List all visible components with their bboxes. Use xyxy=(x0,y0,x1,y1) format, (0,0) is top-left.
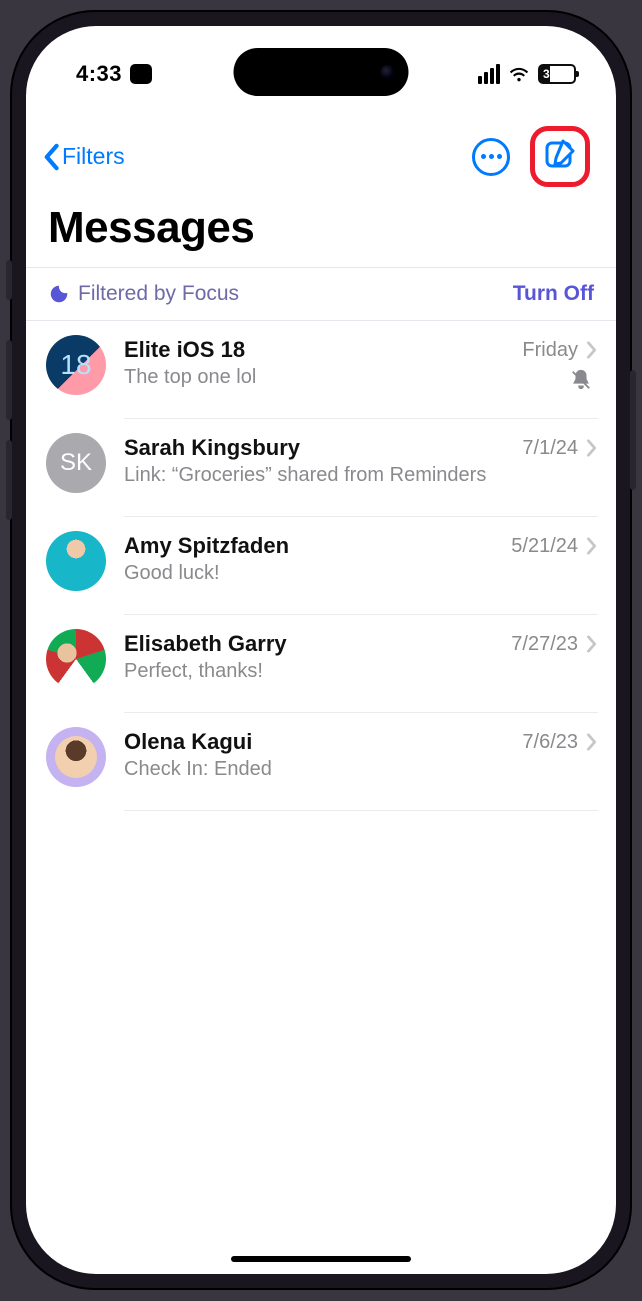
battery-icon: 30 xyxy=(538,64,576,84)
volume-down-button xyxy=(6,440,12,520)
chevron-right-icon xyxy=(586,341,598,359)
message-preview: Perfect, thanks! xyxy=(124,659,598,684)
contact-name: Sarah Kingsbury xyxy=(124,435,300,461)
moon-icon xyxy=(48,283,70,305)
timestamp: 7/27/23 xyxy=(511,633,578,656)
chevron-left-icon xyxy=(42,143,60,171)
avatar: 18 xyxy=(46,335,106,395)
more-button[interactable] xyxy=(472,138,510,176)
page-title: Messages xyxy=(26,199,616,267)
back-label: Filters xyxy=(62,143,125,170)
home-indicator[interactable] xyxy=(231,1256,411,1262)
timestamp: 5/21/24 xyxy=(511,535,578,558)
message-preview: Link: “Groceries” shared from Reminders xyxy=(124,463,598,488)
nav-bar: Filters xyxy=(26,106,616,199)
wifi-icon xyxy=(508,63,530,85)
conversation-row[interactable]: Olena Kagui 7/6/23 Check In: Ended xyxy=(26,713,616,811)
compose-button[interactable] xyxy=(543,137,577,171)
contact-name: Elite iOS 18 xyxy=(124,337,245,363)
conversation-row[interactable]: Amy Spitzfaden 5/21/24 Good luck! xyxy=(26,517,616,615)
volume-up-button xyxy=(6,340,12,420)
dynamic-island xyxy=(234,48,409,96)
chevron-right-icon xyxy=(586,439,598,457)
contact-name: Elisabeth Garry xyxy=(124,631,287,657)
timestamp: 7/1/24 xyxy=(522,437,578,460)
chevron-right-icon xyxy=(586,635,598,653)
focus-turn-off-button[interactable]: Turn Off xyxy=(513,282,594,306)
status-left: 4:33 xyxy=(76,61,152,87)
silent-switch xyxy=(6,260,12,300)
message-preview: Good luck! xyxy=(124,561,598,586)
avatar xyxy=(46,629,106,689)
cellular-icon xyxy=(478,64,500,84)
compose-highlight xyxy=(530,126,590,187)
status-time: 4:33 xyxy=(76,61,122,87)
chevron-right-icon xyxy=(586,733,598,751)
device-frame: 4:33 30 Filters xyxy=(10,10,632,1290)
battery-percent: 30 xyxy=(540,66,574,82)
timestamp: Friday xyxy=(522,339,578,362)
contact-name: Amy Spitzfaden xyxy=(124,533,289,559)
avatar xyxy=(46,531,106,591)
power-button xyxy=(630,370,636,490)
message-preview: The top one lol xyxy=(124,365,598,390)
conversation-row[interactable]: Elisabeth Garry 7/27/23 Perfect, thanks! xyxy=(26,615,616,713)
notification-icon xyxy=(130,64,152,84)
avatar xyxy=(46,727,106,787)
message-preview: Check In: Ended xyxy=(124,757,598,782)
focus-label: Filtered by Focus xyxy=(78,282,239,306)
conversation-row[interactable]: SK Sarah Kingsbury 7/1/24 Link: “Groceri… xyxy=(26,419,616,517)
focus-filter-bar: Filtered by Focus Turn Off xyxy=(26,267,616,321)
chevron-right-icon xyxy=(586,537,598,555)
status-right: 30 xyxy=(478,63,576,85)
mute-icon xyxy=(570,369,592,391)
conversation-list[interactable]: 18 Elite iOS 18 Friday The top one lol S… xyxy=(26,321,616,1274)
contact-name: Olena Kagui xyxy=(124,729,252,755)
screen: 4:33 30 Filters xyxy=(26,26,616,1274)
ellipsis-icon xyxy=(481,154,502,159)
avatar: SK xyxy=(46,433,106,493)
back-button[interactable]: Filters xyxy=(42,143,125,171)
conversation-row[interactable]: 18 Elite iOS 18 Friday The top one lol xyxy=(26,321,616,419)
timestamp: 7/6/23 xyxy=(522,731,578,754)
